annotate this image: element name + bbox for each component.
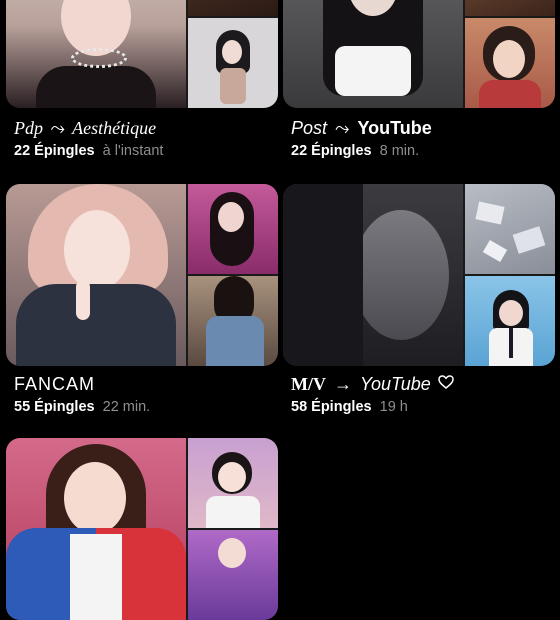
title-separator: ⤳ [50, 118, 65, 138]
pin-count: 55 Épingles [14, 399, 95, 415]
board-title-main: M/V [291, 374, 326, 394]
board-cover-collage[interactable] [6, 438, 278, 620]
board-title-main: Pdp [14, 118, 43, 138]
cover-image-main [283, 184, 463, 366]
last-updated: 8 min. [379, 143, 420, 159]
board-title: M/V → YouTube [291, 374, 454, 395]
cover-image-bottom-right [188, 18, 278, 108]
board-meta: 58 Épingles 19 h [291, 399, 408, 415]
cover-image-bottom-right [188, 276, 278, 366]
title-separator: → [334, 374, 353, 394]
cover-image-main [6, 184, 186, 366]
board-meta: 22 Épingles 8 min. [291, 143, 419, 159]
cover-image-main [6, 0, 186, 108]
title-separator: ⤳ [335, 118, 350, 138]
board-title: Post ⤳ YouTube [291, 118, 432, 139]
cover-image-bottom-right [465, 18, 555, 108]
board-title-main: FANCAM [14, 374, 96, 394]
pin-count: 22 Épingles [14, 143, 95, 159]
cover-image-top-right [465, 0, 555, 16]
board-cover-collage[interactable] [283, 184, 555, 366]
board-cover-collage[interactable] [6, 0, 278, 108]
board-title-sub: YouTube [357, 118, 432, 138]
cover-image-top-right [188, 438, 278, 528]
cover-image-bottom-right [188, 530, 278, 620]
cover-image-top-right [465, 184, 555, 274]
last-updated: 19 h [379, 399, 408, 415]
board-meta: 22 Épingles à l'instant [14, 143, 163, 159]
pin-count: 22 Épingles [291, 143, 372, 159]
heart-outline-icon [438, 374, 454, 395]
board-meta: 55 Épingles 22 min. [14, 399, 150, 415]
board-cover-collage[interactable] [6, 184, 278, 366]
board-cover-collage[interactable] [283, 0, 555, 108]
last-updated: à l'instant [102, 143, 164, 159]
board-title-sub: Aesthétique [72, 118, 157, 138]
cover-image-top-right [188, 0, 278, 16]
pin-count: 58 Épingles [291, 399, 372, 415]
board-title: Pdp ⤳ Aesthétique [14, 118, 156, 139]
cover-image-main [6, 438, 186, 620]
cover-image-top-right [188, 184, 278, 274]
cover-image-bottom-right [465, 276, 555, 366]
last-updated: 22 min. [102, 399, 151, 415]
board-title-main: Post [291, 118, 328, 138]
board-title-sub: YouTube [360, 374, 431, 394]
cover-image-main [283, 0, 463, 108]
board-title: FANCAM [14, 374, 95, 395]
